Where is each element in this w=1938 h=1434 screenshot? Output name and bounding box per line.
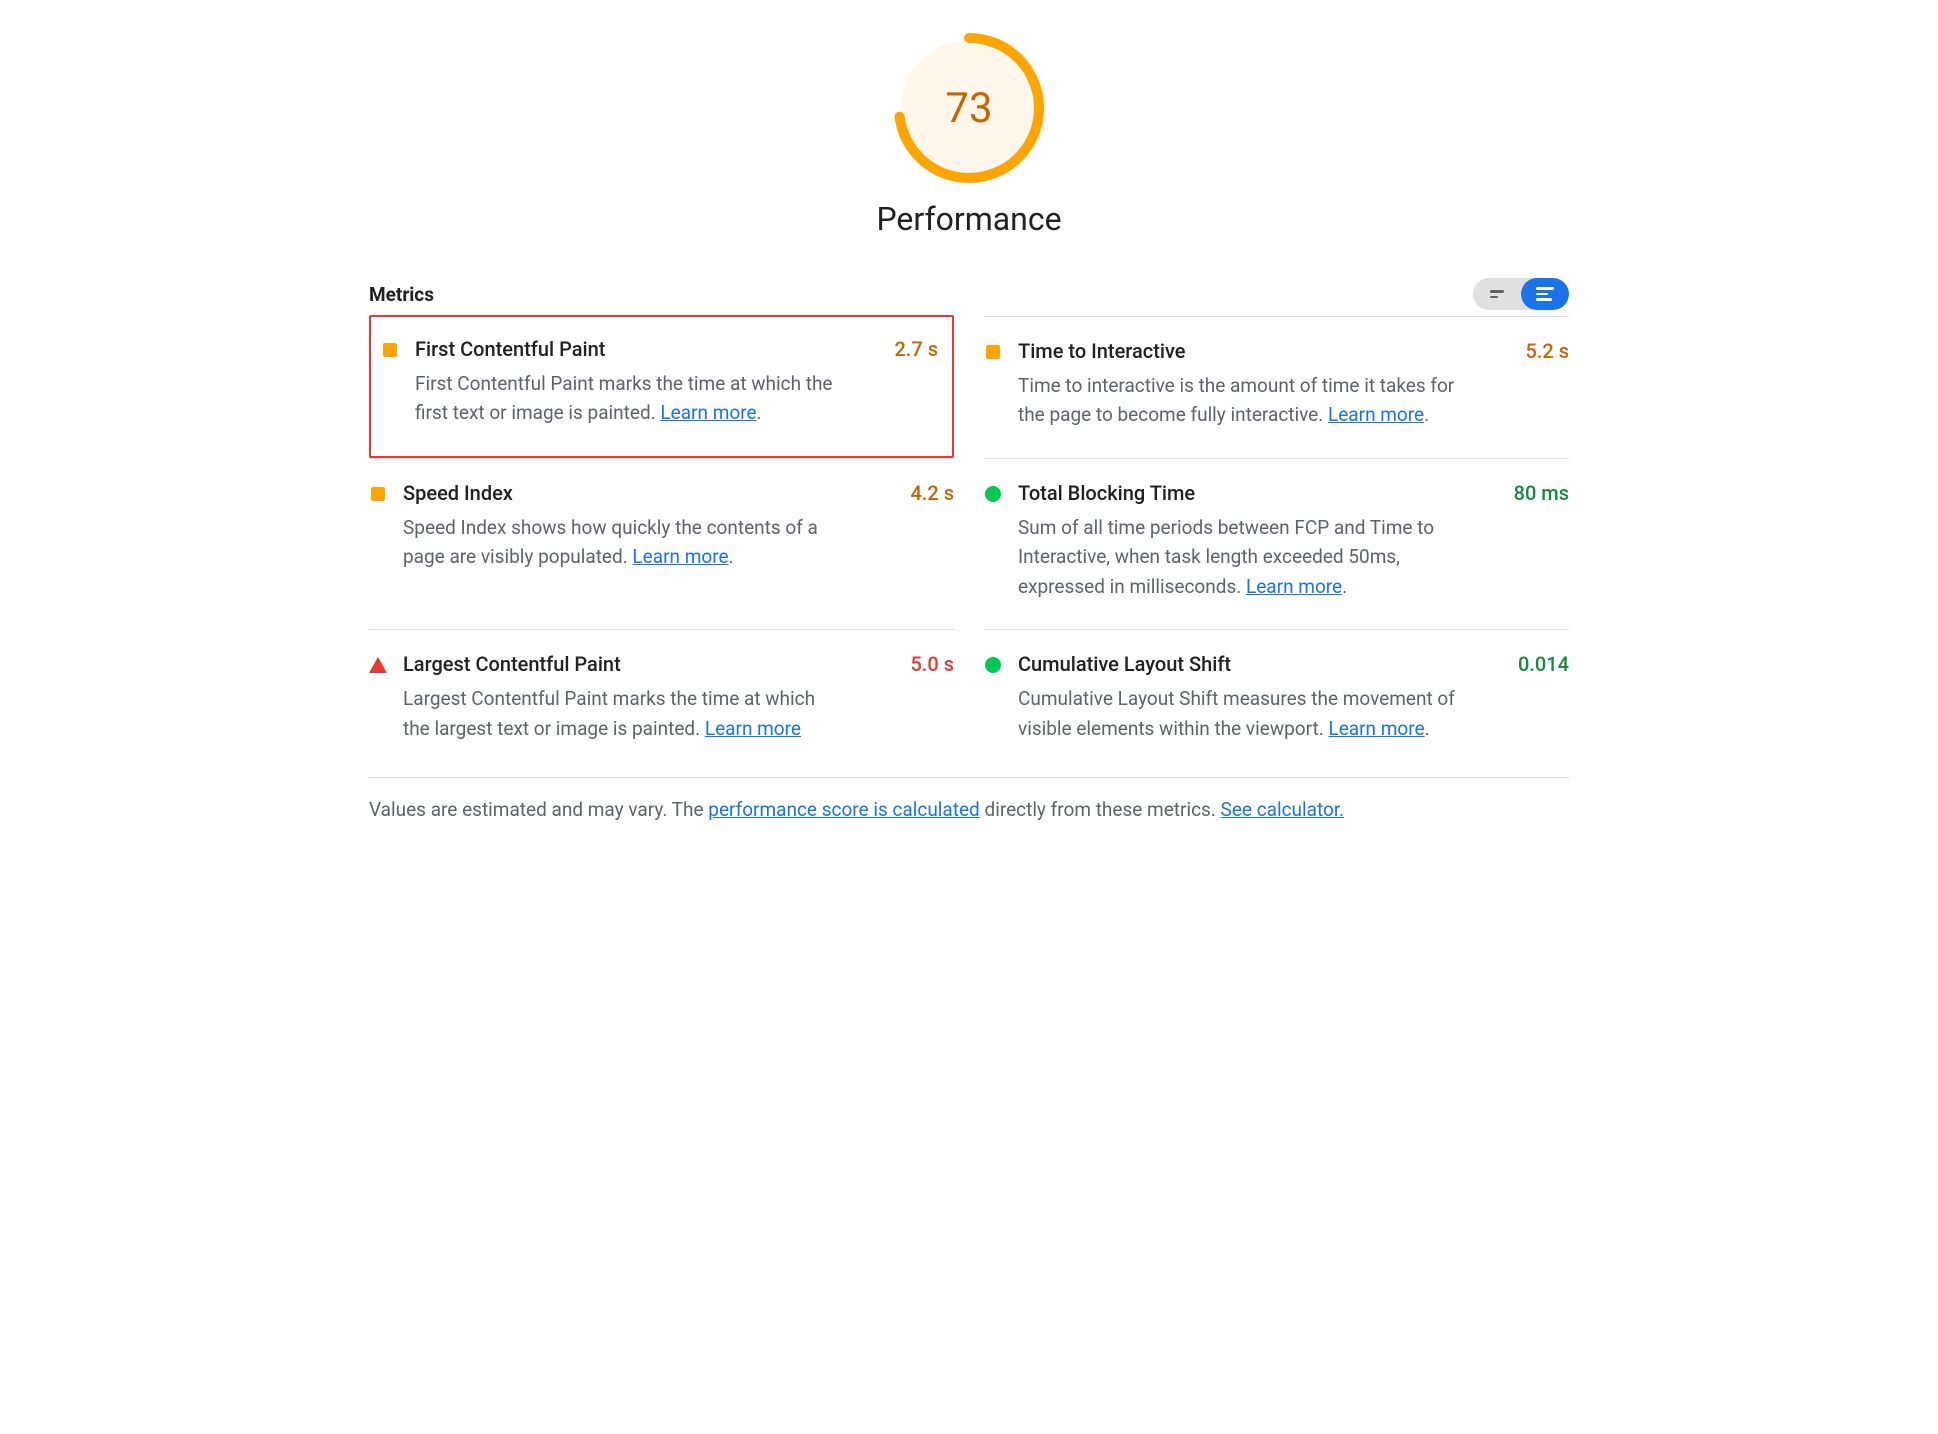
- footnote: Values are estimated and may vary. The p…: [369, 796, 1569, 825]
- circle-icon: [985, 486, 1001, 502]
- circle-icon: [985, 657, 1001, 673]
- triangle-icon: [369, 657, 387, 673]
- metric-status-icon: [369, 656, 387, 674]
- metric-tbt: Total Blocking Time 80 ms Sum of all time …: [984, 458, 1569, 629]
- score-value: 73: [891, 30, 1047, 186]
- metrics-grid: First Contentful Paint 2.7 s First Content…: [369, 316, 1569, 771]
- metric-title: Cumulative Layout Shift: [1018, 652, 1231, 676]
- divider: [369, 777, 1569, 778]
- score-calc-link[interactable]: performance score is calculated: [708, 798, 979, 821]
- square-icon: [986, 345, 1000, 359]
- learn-more-link[interactable]: Learn more: [705, 717, 801, 740]
- learn-more-link[interactable]: Learn more: [1328, 403, 1424, 426]
- metric-cls: Cumulative Layout Shift 0.014 Cumulative L…: [984, 629, 1569, 771]
- metric-value: 4.2 s: [910, 481, 954, 505]
- metric-title: Total Blocking Time: [1018, 481, 1195, 505]
- metric-title: Time to Interactive: [1018, 339, 1186, 363]
- metric-status-icon: [381, 341, 399, 359]
- metric-value: 0.014: [1518, 652, 1569, 676]
- learn-more-link[interactable]: Learn more: [1246, 575, 1342, 598]
- metric-title: First Contentful Paint: [415, 337, 605, 361]
- footnote-text-mid: directly from these metrics.: [980, 798, 1221, 821]
- metric-status-icon: [984, 343, 1002, 361]
- metric-description: First Contentful Paint marks the time at…: [415, 369, 855, 428]
- toggle-expanded[interactable]: [1521, 278, 1569, 310]
- metric-title: Largest Contentful Paint: [403, 652, 621, 676]
- category-title: Performance: [876, 200, 1061, 238]
- metric-value: 80 ms: [1514, 481, 1569, 505]
- learn-more-link[interactable]: Learn more: [632, 545, 728, 568]
- footnote-text-pre: Values are estimated and may vary. The: [369, 798, 708, 821]
- toggle-collapsed[interactable]: [1473, 278, 1521, 310]
- metric-status-icon: [984, 656, 1002, 674]
- performance-gauge: 73 Performance: [369, 30, 1569, 238]
- metric-status-icon: [369, 485, 387, 503]
- metric-description: Sum of all time periods between FCP and …: [1018, 513, 1458, 601]
- metric-lcp: Largest Contentful Paint 5.0 s Largest Con…: [369, 629, 954, 771]
- score-gauge: 73: [891, 30, 1047, 186]
- metric-title: Speed Index: [403, 481, 513, 505]
- metric-status-icon: [984, 485, 1002, 503]
- metric-description: Time to interactive is the amount of tim…: [1018, 371, 1458, 430]
- square-icon: [383, 343, 397, 357]
- collapsed-icon: [1490, 290, 1504, 298]
- metric-si: Speed Index 4.2 s Speed Index shows how qu…: [369, 458, 954, 629]
- metric-tti: Time to Interactive 5.2 s Time to interact…: [984, 316, 1569, 458]
- metric-value: 5.0 s: [910, 652, 954, 676]
- learn-more-link[interactable]: Learn more: [1328, 717, 1424, 740]
- expanded-icon: [1536, 287, 1554, 301]
- metric-description: Cumulative Layout Shift measures the mov…: [1018, 684, 1458, 743]
- square-icon: [371, 487, 385, 501]
- metric-description: Speed Index shows how quickly the conten…: [403, 513, 843, 572]
- metric-fcp: First Contentful Paint 2.7 s First Content…: [369, 315, 954, 458]
- metric-value: 5.2 s: [1525, 339, 1569, 363]
- metric-value: 2.7 s: [894, 337, 938, 361]
- see-calculator-link[interactable]: See calculator.: [1221, 798, 1345, 821]
- learn-more-link[interactable]: Learn more: [660, 401, 756, 424]
- view-toggle[interactable]: [1473, 278, 1569, 310]
- metric-description: Largest Contentful Paint marks the time …: [403, 684, 843, 743]
- metrics-heading: Metrics: [369, 283, 434, 306]
